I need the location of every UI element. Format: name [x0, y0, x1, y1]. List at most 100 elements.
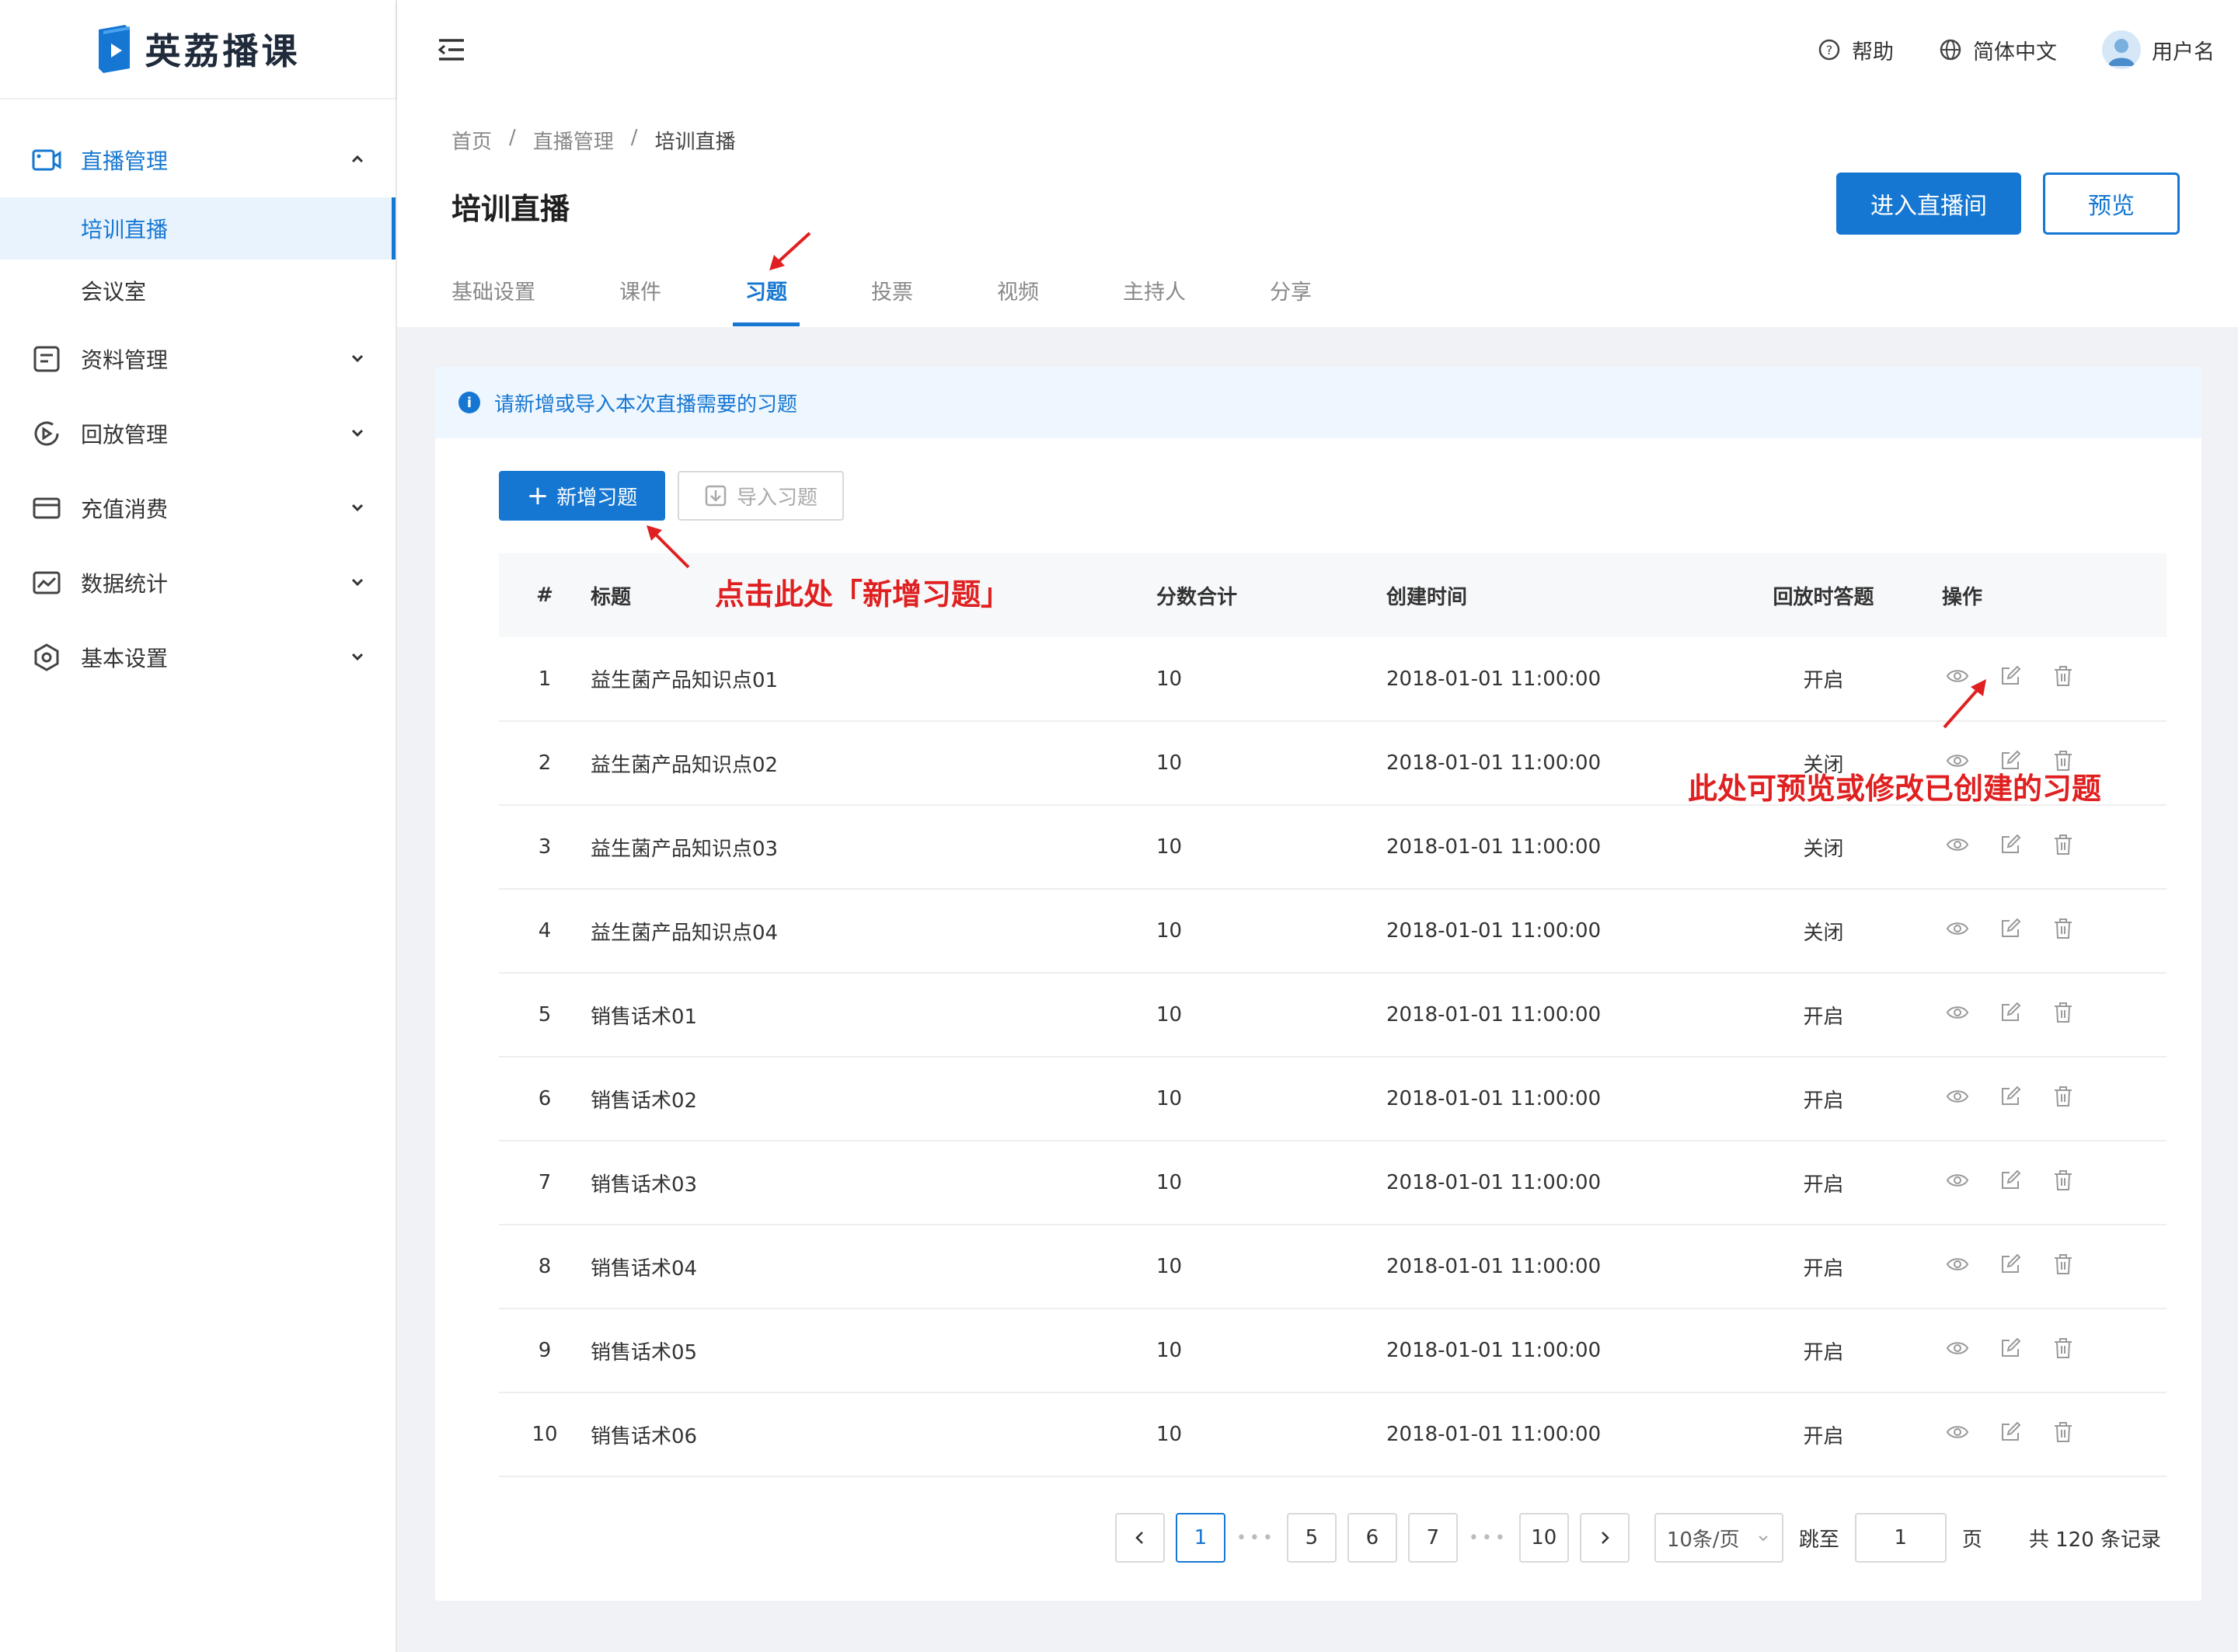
- trash-icon[interactable]: [2052, 1085, 2075, 1114]
- chevron-down-icon: [351, 429, 364, 437]
- row-score: 10: [1156, 1087, 1183, 1110]
- row-created-time: 2018-01-01 11:00:00: [1386, 835, 1602, 859]
- eye-icon[interactable]: [1946, 833, 1969, 862]
- eye-icon[interactable]: [1946, 1253, 1969, 1281]
- sidebar-item-replay-manage[interactable]: 回放管理: [0, 396, 396, 471]
- row-created-time: 2018-01-01 11:00:00: [1386, 1171, 1602, 1194]
- language-label: 简体中文: [1973, 40, 2057, 64]
- row-score: 10: [1156, 1255, 1183, 1278]
- row-index: 6: [538, 1087, 552, 1110]
- row-replay-status: 开启: [1803, 1256, 1844, 1281]
- svg-text:?: ?: [1826, 43, 1833, 58]
- sidebar-item-label: 基本设置: [81, 646, 169, 671]
- eye-icon[interactable]: [1946, 1169, 1969, 1197]
- eye-icon[interactable]: [1946, 1337, 1969, 1365]
- trash-icon[interactable]: [2052, 1337, 2075, 1365]
- trash-icon[interactable]: [2052, 1420, 2075, 1449]
- page-button[interactable]: 5: [1286, 1513, 1337, 1563]
- eye-icon[interactable]: [1946, 1085, 1969, 1114]
- tab-courseware[interactable]: 课件: [619, 275, 661, 326]
- trash-icon[interactable]: [2052, 1169, 2075, 1197]
- page-unit-label: 页: [1961, 1528, 1982, 1552]
- import-exercise-button[interactable]: 导入习题: [678, 471, 844, 521]
- sidebar-item-meeting-room[interactable]: 会议室: [0, 260, 396, 322]
- row-actions: [1942, 973, 2167, 1057]
- user-menu[interactable]: 用户名: [2102, 30, 2215, 69]
- trash-icon[interactable]: [2052, 833, 2075, 862]
- tab-host[interactable]: 主持人: [1123, 275, 1186, 326]
- jump-page-input[interactable]: 1: [1854, 1513, 1947, 1563]
- row-index: 5: [538, 1003, 552, 1026]
- next-page-button[interactable]: [1579, 1513, 1630, 1563]
- tab-exercises[interactable]: 习题: [733, 275, 800, 326]
- col-index: #: [536, 584, 553, 607]
- eye-icon[interactable]: [1946, 1001, 1969, 1030]
- trash-icon[interactable]: [2052, 664, 2075, 693]
- edit-icon[interactable]: [1999, 1420, 2022, 1449]
- page-button[interactable]: 10: [1518, 1513, 1569, 1563]
- page-button[interactable]: 7: [1407, 1513, 1458, 1563]
- row-index: 7: [538, 1171, 552, 1194]
- edit-icon[interactable]: [1999, 1001, 2022, 1030]
- brand-name: 英荔播课: [145, 30, 301, 72]
- tab-basic-settings[interactable]: 基础设置: [451, 275, 535, 326]
- page-button[interactable]: 1: [1175, 1513, 1225, 1563]
- table-row: 5 销售话术01 10 2018-01-01 11:00:00 开启: [499, 973, 2167, 1057]
- breadcrumb-home[interactable]: 首页: [451, 126, 492, 155]
- sidebar-item-basic-settings[interactable]: 基本设置: [0, 620, 396, 695]
- row-index: 4: [538, 919, 552, 943]
- edit-icon[interactable]: [1999, 664, 2022, 693]
- page-size-select[interactable]: 10条/页: [1654, 1513, 1783, 1563]
- breadcrumb-live-manage[interactable]: 直播管理: [533, 126, 614, 155]
- row-score: 10: [1156, 667, 1183, 691]
- avatar: [2102, 30, 2141, 69]
- row-index: 8: [538, 1255, 552, 1278]
- language-switch[interactable]: 简体中文: [1939, 35, 2057, 65]
- prev-page-button[interactable]: [1114, 1513, 1165, 1563]
- trash-icon[interactable]: [2052, 917, 2075, 946]
- page-ellipsis[interactable]: •••: [1236, 1528, 1276, 1548]
- page-ellipsis[interactable]: •••: [1469, 1528, 1508, 1548]
- table-row: 7 销售话术03 10 2018-01-01 11:00:00 开启: [499, 1141, 2167, 1225]
- edit-icon[interactable]: [1999, 1169, 2022, 1197]
- row-actions: [1942, 1225, 2167, 1309]
- chevron-down-icon: [351, 653, 364, 661]
- row-created-time: 2018-01-01 11:00:00: [1386, 1339, 1602, 1362]
- row-replay-status: 开启: [1803, 1089, 1844, 1113]
- edit-icon[interactable]: [1999, 1085, 2022, 1114]
- edit-icon[interactable]: [1999, 917, 2022, 946]
- trash-icon[interactable]: [2052, 1253, 2075, 1281]
- row-title: 益生菌产品知识点01: [591, 669, 779, 692]
- row-actions: [1942, 805, 2167, 889]
- row-replay-status: 关闭: [1803, 921, 1844, 945]
- tab-bar: 基础设置 课件 习题 投票 视频 主持人 分享: [451, 275, 1312, 326]
- eye-icon[interactable]: [1946, 917, 1969, 946]
- preview-button[interactable]: 预览: [2043, 173, 2180, 235]
- sidebar-item-statistics[interactable]: 数据统计: [0, 545, 396, 620]
- chevron-down-icon: [351, 504, 364, 512]
- breadcrumb-current: 培训直播: [654, 131, 736, 154]
- sidebar-item-live-manage[interactable]: 直播管理: [0, 123, 396, 197]
- eye-icon[interactable]: [1946, 1420, 1969, 1449]
- help-label: 帮助: [1852, 40, 1894, 64]
- add-exercise-button[interactable]: + 新增习题: [499, 471, 665, 521]
- sidebar-item-training-live[interactable]: 培训直播: [0, 197, 396, 260]
- edit-icon[interactable]: [1999, 1337, 2022, 1365]
- import-exercise-label: 导入习题: [736, 486, 817, 510]
- sidebar-item-recharge[interactable]: 充值消费: [0, 471, 396, 545]
- tab-video[interactable]: 视频: [997, 275, 1039, 326]
- edit-icon[interactable]: [1999, 833, 2022, 862]
- menu-fold-icon[interactable]: [436, 34, 467, 65]
- row-actions: [1942, 889, 2167, 973]
- tab-share[interactable]: 分享: [1270, 275, 1312, 326]
- chevron-down-icon: [351, 578, 364, 587]
- edit-icon[interactable]: [1999, 1253, 2022, 1281]
- tab-vote[interactable]: 投票: [871, 275, 913, 326]
- row-index: 1: [538, 667, 552, 691]
- trash-icon[interactable]: [2052, 1001, 2075, 1030]
- page-button[interactable]: 6: [1347, 1513, 1397, 1563]
- brand-logo[interactable]: 英荔播课: [0, 0, 396, 99]
- enter-live-room-button[interactable]: 进入直播间: [1836, 173, 2021, 235]
- sidebar-item-material-manage[interactable]: 资料管理: [0, 322, 396, 396]
- help-link[interactable]: ? 帮助: [1818, 35, 1894, 65]
